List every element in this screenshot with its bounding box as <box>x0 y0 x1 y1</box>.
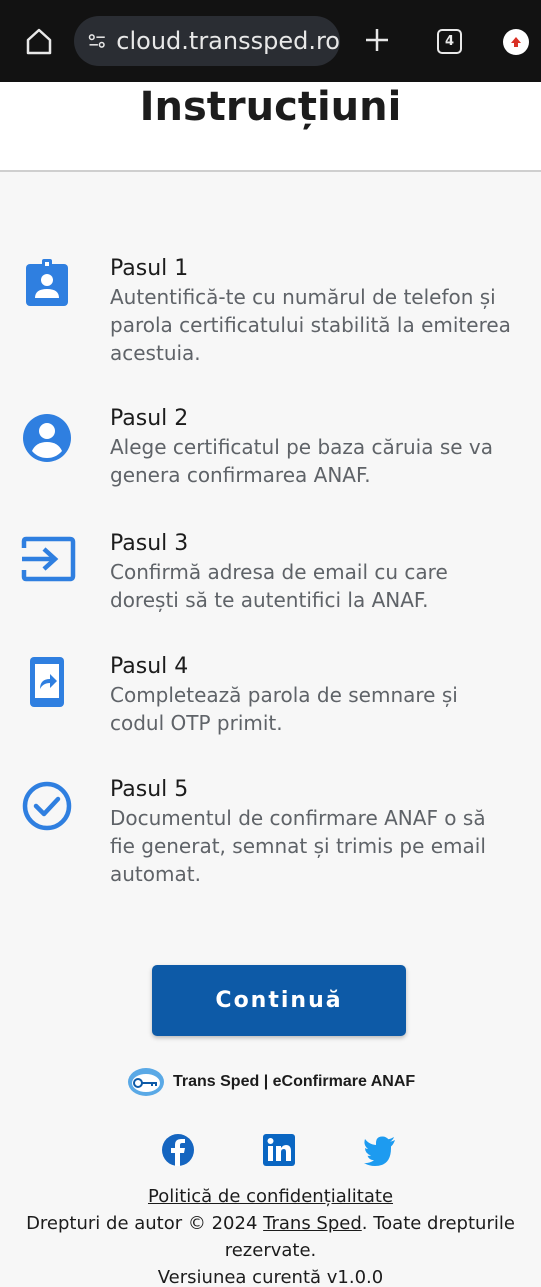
linkedin-icon[interactable] <box>262 1133 296 1167</box>
url-text: cloud.transsped.ro <box>116 27 340 55</box>
step-title: Pasul 1 <box>110 256 189 281</box>
copyright-line: Drepturi de autor © 2024 Trans Sped. Toa… <box>26 1213 515 1234</box>
account-circle-icon <box>23 414 71 462</box>
version-text: Versiunea curentă v1.0.0 <box>157 1267 384 1287</box>
step-description: Autentifică-te cu numărul de telefon și … <box>110 285 511 365</box>
site-settings-icon[interactable] <box>88 31 106 51</box>
footer: Politică de confidențialitate Drepturi d… <box>0 1183 541 1287</box>
tab-switcher-button[interactable]: 4 <box>437 29 462 54</box>
privacy-policy-link[interactable]: Politică de confidențialitate <box>148 1186 393 1207</box>
login-arrow-icon <box>21 536 76 582</box>
page-title: Instrucțiuni <box>139 84 402 130</box>
step-title: Pasul 2 <box>110 406 189 431</box>
check-circle-icon <box>22 781 72 831</box>
company-link[interactable]: Trans Sped <box>263 1213 362 1234</box>
step-description: Confirmă adresa de email cu care dorești… <box>110 560 448 612</box>
phone-forward-icon <box>30 657 64 707</box>
step-description: Completează parola de semnare și codul O… <box>110 683 458 735</box>
new-tab-icon[interactable] <box>362 25 392 55</box>
badge-icon <box>26 259 68 306</box>
address-bar[interactable]: cloud.transsped.ro <box>74 16 340 66</box>
step-description: Documentul de confirmare ANAF o să fie g… <box>110 806 486 886</box>
step-text: Pasul 4 Completează parola de semnare și… <box>110 653 530 737</box>
step-title: Pasul 3 <box>110 531 189 556</box>
step-text: Pasul 5 Documentul de confirmare ANAF o … <box>110 776 530 888</box>
step-text: Pasul 2 Alege certificatul pe baza cărui… <box>110 405 530 489</box>
step-text: Pasul 3 Confirmă adresa de email cu care… <box>110 530 530 614</box>
step-description: Alege certificatul pe baza căruia se va … <box>110 435 494 487</box>
step-title: Pasul 5 <box>110 777 189 802</box>
step-title: Pasul 4 <box>110 654 189 679</box>
copyright-line-continued: rezervate. <box>224 1240 317 1261</box>
continue-button[interactable]: Continuă <box>152 965 406 1036</box>
browser-toolbar: cloud.transsped.ro 4 <box>0 0 541 82</box>
brand: Trans Sped | eConfirmare ANAF <box>127 1065 415 1099</box>
twitter-icon[interactable] <box>363 1133 397 1167</box>
home-icon[interactable] <box>24 26 54 56</box>
facebook-icon[interactable] <box>161 1133 195 1167</box>
step-text: Pasul 1 Autentifică-te cu numărul de tel… <box>110 255 530 367</box>
page-header: Instrucțiuni <box>0 82 541 172</box>
update-icon[interactable] <box>503 29 529 55</box>
trans-sped-logo-icon <box>128 1068 164 1096</box>
brand-text: Trans Sped | eConfirmare ANAF <box>173 1073 416 1090</box>
